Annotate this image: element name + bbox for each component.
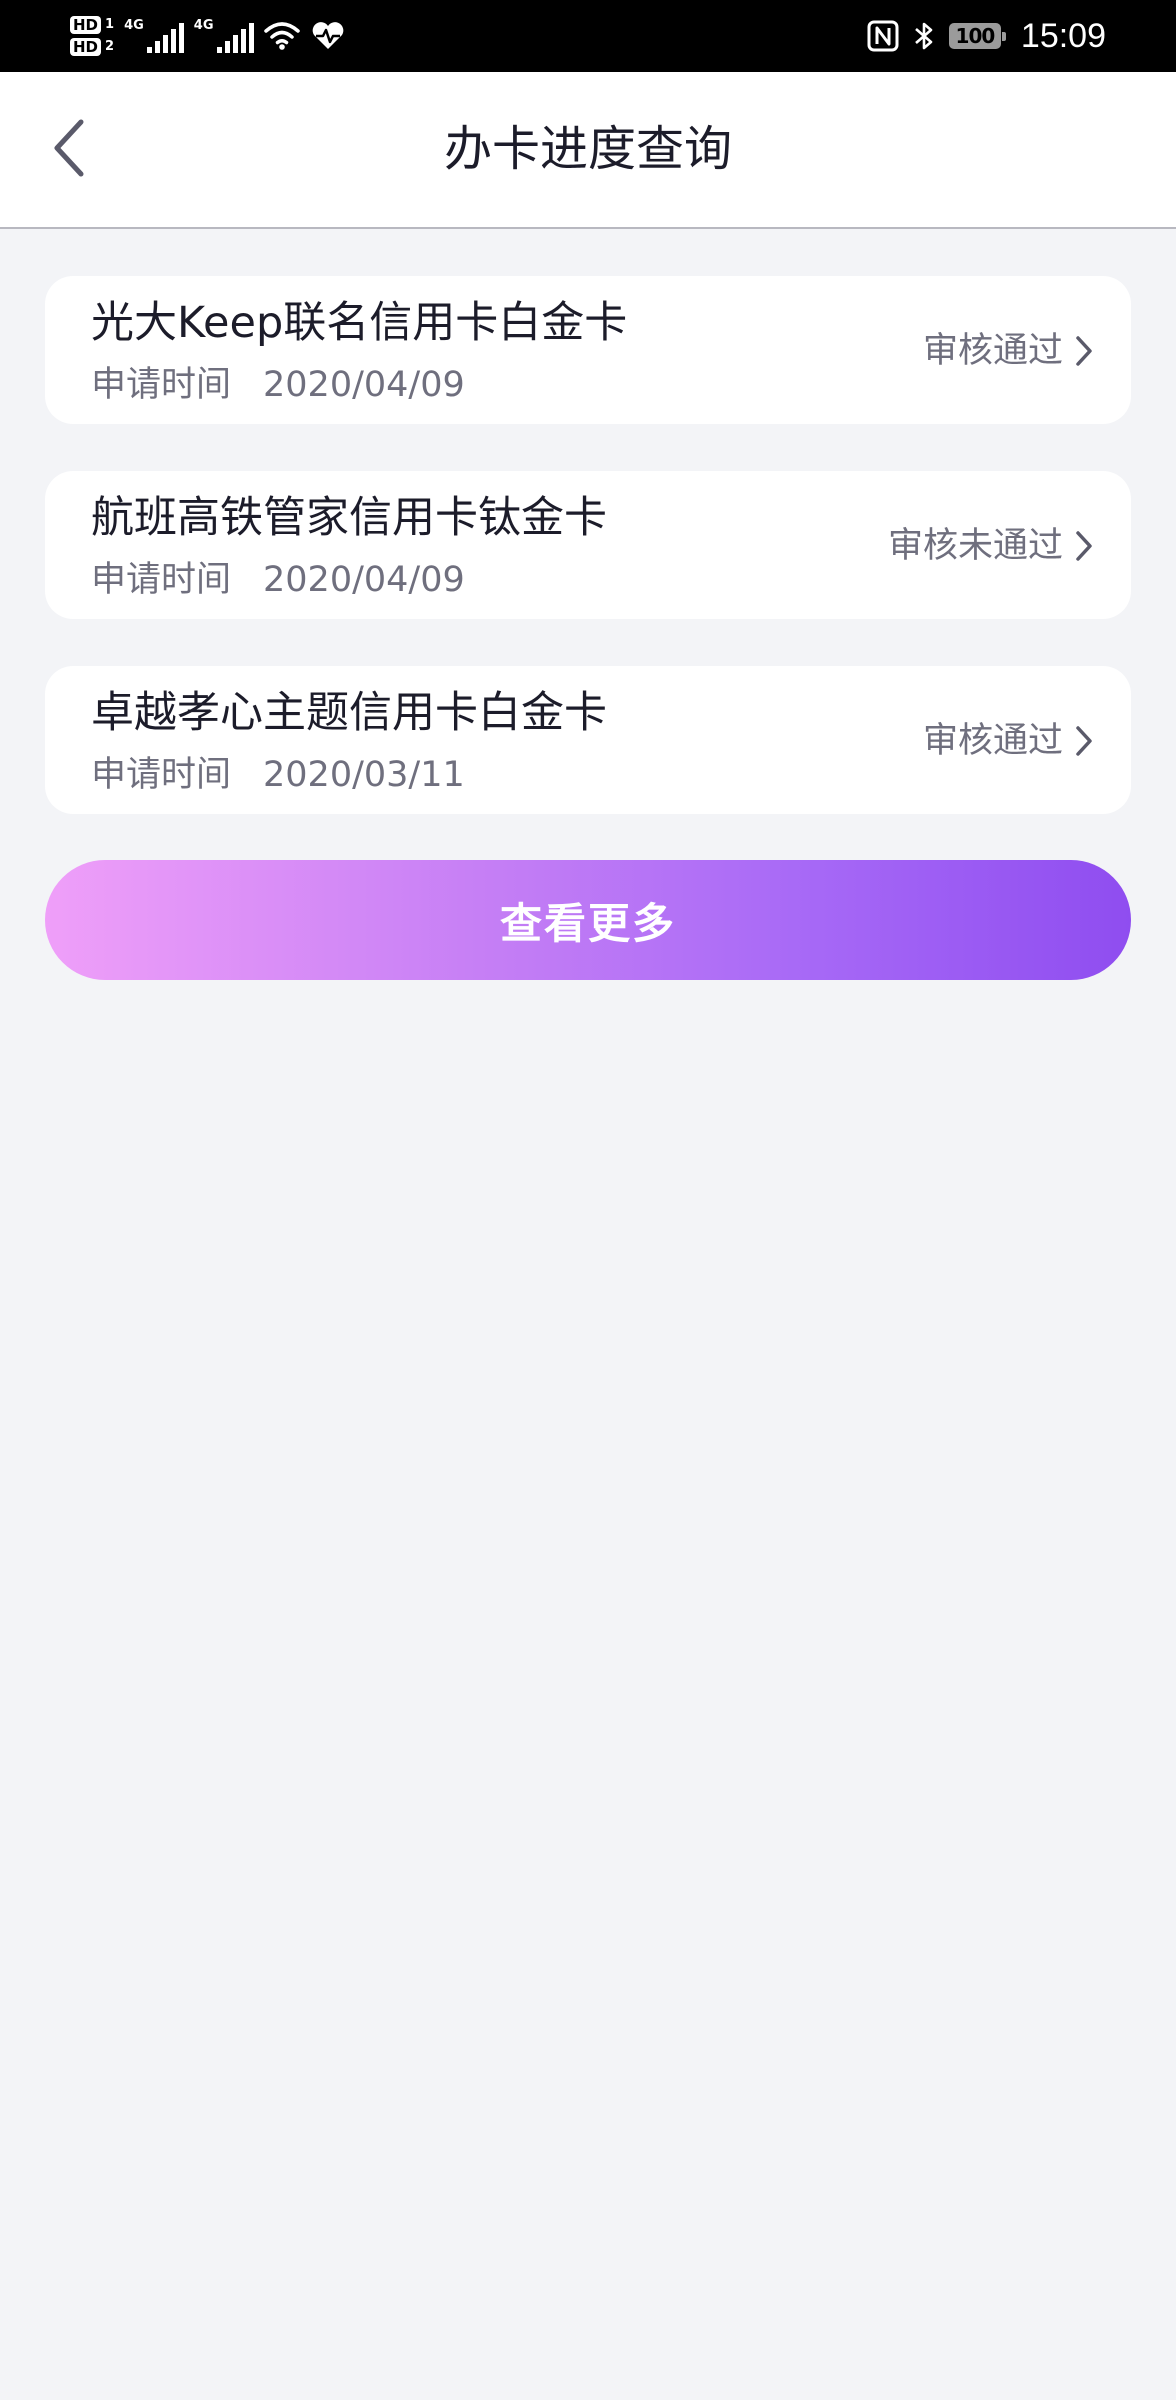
hd2-indicator: HD 2	[70, 38, 114, 56]
hd2-sub: 2	[105, 39, 115, 54]
apply-time-label: 申请时间	[91, 755, 232, 795]
page-header: 办卡进度查询	[0, 72, 1176, 229]
application-card[interactable]: 航班高铁管家信用卡钛金卡 申请时间 2020/04/09 审核未通过	[45, 471, 1131, 619]
card-name: 航班高铁管家信用卡钛金卡	[91, 493, 607, 543]
battery-icon: 100	[948, 23, 1006, 49]
card-apply-time: 申请时间 2020/04/09	[91, 360, 465, 410]
signal-icon	[216, 23, 254, 53]
status-text: 审核未通过	[887, 526, 1063, 566]
app-screen: HD 1 HD 2 4G 4G 100 15:09 办卡进度查询 光大Keep联…	[0, 0, 1176, 2400]
status-left: HD 1 HD 2 4G 4G	[70, 8, 346, 64]
card-status: 审核通过	[923, 326, 1093, 376]
hd1-badge: HD	[70, 16, 102, 34]
wifi-icon	[263, 21, 300, 51]
card-status: 审核通过	[923, 716, 1093, 766]
apply-date: 2020/04/09	[263, 365, 465, 405]
apply-time-label: 申请时间	[91, 365, 232, 405]
hd-indicators: HD 1 HD 2	[70, 16, 114, 56]
status-time: 15:09	[1020, 16, 1106, 55]
card-apply-time: 申请时间 2020/03/11	[91, 750, 465, 800]
heart-rate-icon	[310, 21, 346, 51]
application-list: 光大Keep联名信用卡白金卡 申请时间 2020/04/09 审核通过 航班高铁…	[45, 276, 1131, 861]
chevron-right-icon	[1075, 530, 1093, 562]
status-text: 审核通过	[922, 331, 1063, 371]
apply-time-label: 申请时间	[91, 560, 232, 600]
chevron-right-icon	[1075, 335, 1093, 367]
view-more-button[interactable]: 查看更多	[45, 860, 1131, 980]
chevron-right-icon	[1075, 725, 1093, 757]
status-bar: HD 1 HD 2 4G 4G 100 15:09	[0, 0, 1176, 72]
hd1-indicator: HD 1	[70, 16, 114, 34]
apply-date: 2020/03/11	[263, 755, 465, 795]
bluetooth-icon	[913, 20, 935, 52]
network-type-1: 4G	[124, 18, 144, 33]
signal-icon	[146, 23, 184, 53]
application-card[interactable]: 卓越孝心主题信用卡白金卡 申请时间 2020/03/11 审核通过	[45, 666, 1131, 814]
status-right: 100 15:09	[867, 8, 1106, 64]
card-name: 光大Keep联名信用卡白金卡	[91, 298, 628, 348]
nfc-icon	[867, 20, 899, 52]
hd1-sub: 1	[105, 17, 115, 32]
network-type-2: 4G	[193, 18, 214, 33]
status-text: 审核通过	[922, 721, 1063, 761]
signal-2: 4G	[194, 19, 254, 53]
hd2-badge: HD	[70, 38, 102, 56]
card-apply-time: 申请时间 2020/04/09	[91, 555, 465, 605]
signal-1: 4G	[124, 19, 184, 53]
application-card[interactable]: 光大Keep联名信用卡白金卡 申请时间 2020/04/09 审核通过	[45, 276, 1131, 424]
page-title: 办卡进度查询	[443, 121, 732, 177]
card-name: 卓越孝心主题信用卡白金卡	[91, 688, 607, 738]
apply-date: 2020/04/09	[263, 560, 465, 600]
card-status: 审核未通过	[888, 521, 1093, 571]
